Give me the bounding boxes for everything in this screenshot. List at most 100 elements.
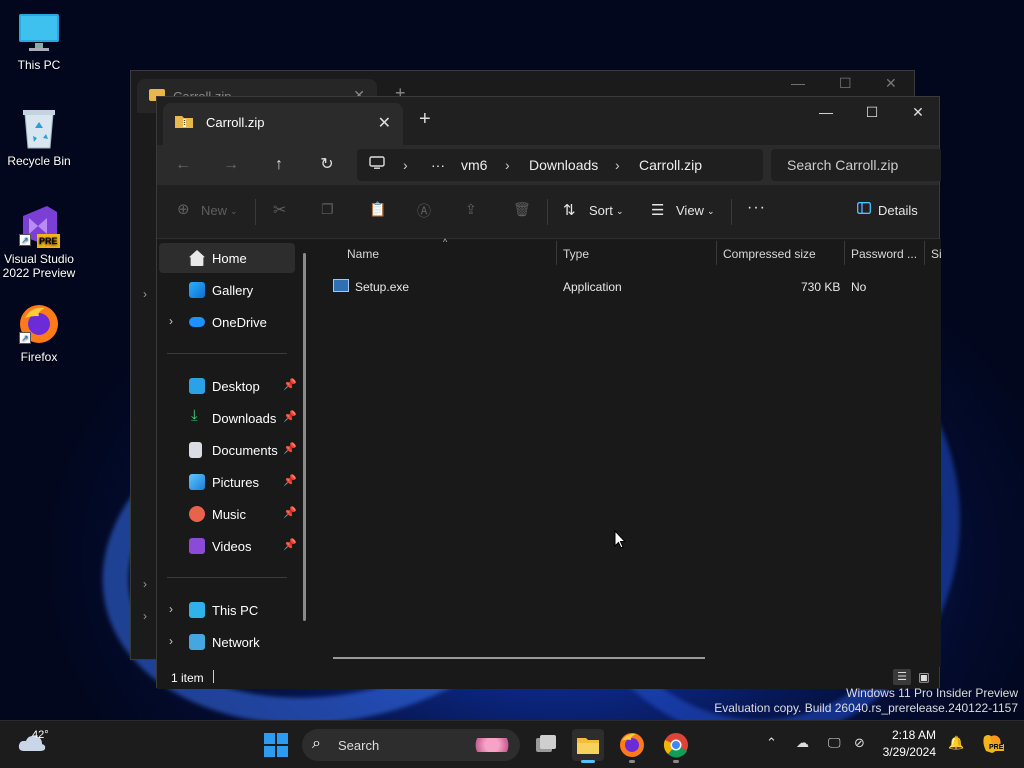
close-icon[interactable]: ✕ xyxy=(885,75,897,92)
chrome-taskbar-icon[interactable] xyxy=(660,729,692,763)
desktop-icon-this-pc[interactable]: This PC xyxy=(0,10,78,72)
file-name: Setup.exe xyxy=(355,280,410,294)
details-view-icon[interactable]: ☰ xyxy=(893,669,911,685)
rename-icon[interactable]: Ⓐ xyxy=(417,201,431,221)
column-divider[interactable] xyxy=(844,241,845,265)
nav-item-this-pc[interactable]: › This PC xyxy=(159,595,295,625)
chevron-right-icon[interactable]: › xyxy=(169,634,173,648)
nav-item-desktop[interactable]: Desktop 📌 xyxy=(159,371,297,401)
tab-carroll-zip[interactable]: Carroll.zip ✕ xyxy=(163,103,403,145)
address-bar[interactable]: › ··· vm6 › Downloads › Carroll.zip xyxy=(357,149,763,181)
column-header-compressed-size[interactable]: Compressed size xyxy=(723,247,816,261)
monitor-icon xyxy=(369,156,385,170)
search-box[interactable]: Search Carroll.zip xyxy=(771,149,941,181)
chevron-right-icon[interactable]: › xyxy=(169,314,173,328)
share-icon[interactable]: ⇪ xyxy=(465,201,477,218)
refresh-icon[interactable]: ↻ xyxy=(315,153,339,177)
display-icon[interactable]: 🖵 xyxy=(828,735,841,751)
firefox-taskbar-icon[interactable] xyxy=(616,729,648,763)
view-button[interactable]: View xyxy=(676,203,704,218)
up-arrow-icon[interactable]: ↑ xyxy=(267,153,291,177)
nav-item-pictures[interactable]: Pictures 📌 xyxy=(159,467,297,497)
minimize-icon[interactable]: — xyxy=(791,75,805,91)
videos-icon xyxy=(189,538,205,554)
nav-item-documents[interactable]: Documents 📌 xyxy=(159,435,297,465)
column-divider[interactable] xyxy=(924,241,925,265)
nav-item-network[interactable]: › Network xyxy=(159,627,295,657)
new-button[interactable]: New xyxy=(201,203,227,218)
title-bar[interactable]: Carroll.zip ✕ + — ☐ ✕ xyxy=(157,97,939,145)
monitor-icon xyxy=(17,10,61,54)
paste-icon[interactable]: 📋 xyxy=(369,201,386,218)
details-pane-icon[interactable] xyxy=(857,202,871,214)
new-tab-button[interactable]: + xyxy=(419,109,431,129)
cut-icon[interactable]: ✂ xyxy=(273,200,286,220)
nav-label: Documents xyxy=(212,443,278,458)
watermark-line: Evaluation copy. Build 26040.rs_prerelea… xyxy=(714,701,1018,715)
close-tab-icon[interactable]: ✕ xyxy=(378,113,391,133)
copy-icon[interactable]: ❐ xyxy=(321,201,334,218)
visual-studio-icon: PRE ↗ xyxy=(17,204,61,248)
details-button[interactable]: Details xyxy=(878,203,918,218)
onedrive-offline-icon[interactable]: ☁ xyxy=(796,735,809,751)
chevron-right-icon: › xyxy=(143,609,147,623)
column-divider[interactable] xyxy=(556,241,557,265)
search-highlight-icon xyxy=(470,738,514,752)
task-view-icon[interactable] xyxy=(530,729,562,761)
item-count: 1 item xyxy=(171,671,204,685)
start-windows-icon[interactable] xyxy=(264,733,288,757)
nav-item-gallery[interactable]: Gallery xyxy=(159,275,295,305)
search-input[interactable]: Search Carroll.zip xyxy=(787,157,898,173)
new-plus-icon[interactable]: ⊕ xyxy=(177,200,190,218)
breadcrumb-downloads[interactable]: Downloads xyxy=(529,157,598,173)
column-header-password[interactable]: Password ... xyxy=(851,247,917,261)
table-row[interactable]: Setup.exe Application 730 KB No xyxy=(315,271,941,299)
nav-scrollbar[interactable] xyxy=(303,253,306,621)
breadcrumb-vm6[interactable]: vm6 xyxy=(461,157,487,173)
column-header-type[interactable]: Type xyxy=(563,247,589,261)
maximize-button[interactable]: ☐ xyxy=(849,97,895,129)
network-volume-icon[interactable]: ⊘ xyxy=(854,735,865,751)
column-header-size[interactable]: Si xyxy=(931,247,942,261)
sort-button[interactable]: Sort xyxy=(589,203,613,218)
running-app-indicator xyxy=(673,760,679,763)
column-header-name[interactable]: Name xyxy=(347,247,379,261)
mouse-cursor-icon xyxy=(614,530,626,549)
show-hidden-icons-chevron-up-icon[interactable]: ⌃ xyxy=(766,735,777,751)
clock-time[interactable]: 2:18 AM xyxy=(880,728,936,742)
breadcrumb-carroll-zip[interactable]: Carroll.zip xyxy=(639,157,702,173)
nav-item-onedrive[interactable]: › OneDrive xyxy=(159,307,295,337)
maximize-icon[interactable]: ☐ xyxy=(839,75,852,92)
copilot-icon[interactable]: PRE xyxy=(980,733,1005,755)
breadcrumb-overflow[interactable]: ··· xyxy=(431,157,445,173)
close-window-button[interactable]: ✕ xyxy=(895,97,941,129)
desktop-icon-recycle-bin[interactable]: Recycle Bin xyxy=(0,106,78,168)
notification-bell-icon[interactable]: 🔔 xyxy=(948,735,964,751)
clock-date[interactable]: 3/29/2024 xyxy=(872,745,936,759)
nav-item-home[interactable]: Home xyxy=(159,243,295,273)
watermark-line: Windows 11 Pro Insider Preview xyxy=(846,686,1018,700)
file-explorer-taskbar-icon[interactable] xyxy=(572,729,604,763)
desktop-icon-visual-studio[interactable]: PRE ↗ Visual Studio 2022 Preview xyxy=(0,204,78,280)
nav-item-music[interactable]: Music 📌 xyxy=(159,499,297,529)
desktop-icon-firefox[interactable]: ↗ Firefox xyxy=(0,302,78,364)
sort-icon[interactable]: ⇅ xyxy=(563,201,576,219)
forward-arrow-icon[interactable]: → xyxy=(219,153,243,177)
taskbar-search-box[interactable]: ⌕ Search xyxy=(302,729,520,761)
chevron-right-icon[interactable]: › xyxy=(169,602,173,616)
explorer-window[interactable]: Carroll.zip ✕ + — ☐ ✕ ← → ↑ ↻ › ··· vm6 … xyxy=(156,96,942,689)
minimize-button[interactable]: — xyxy=(803,97,849,129)
column-divider[interactable] xyxy=(716,241,717,265)
pin-icon: 📌 xyxy=(283,411,297,423)
nav-item-videos[interactable]: Videos 📌 xyxy=(159,531,297,561)
large-icons-view-icon[interactable]: ▣ xyxy=(915,669,933,685)
delete-icon[interactable]: 🗑 xyxy=(513,201,531,218)
more-options-button[interactable]: ··· xyxy=(747,199,766,217)
nav-label: This PC xyxy=(212,603,259,618)
back-arrow-icon[interactable]: ← xyxy=(171,153,195,177)
horizontal-scrollbar[interactable] xyxy=(333,657,705,659)
nav-item-downloads[interactable]: ⤓ Downloads 📌 xyxy=(159,403,297,433)
view-icon[interactable]: ☰ xyxy=(651,201,664,219)
chevron-down-icon: ⌄ xyxy=(616,206,624,216)
nav-label: Music xyxy=(212,507,246,522)
